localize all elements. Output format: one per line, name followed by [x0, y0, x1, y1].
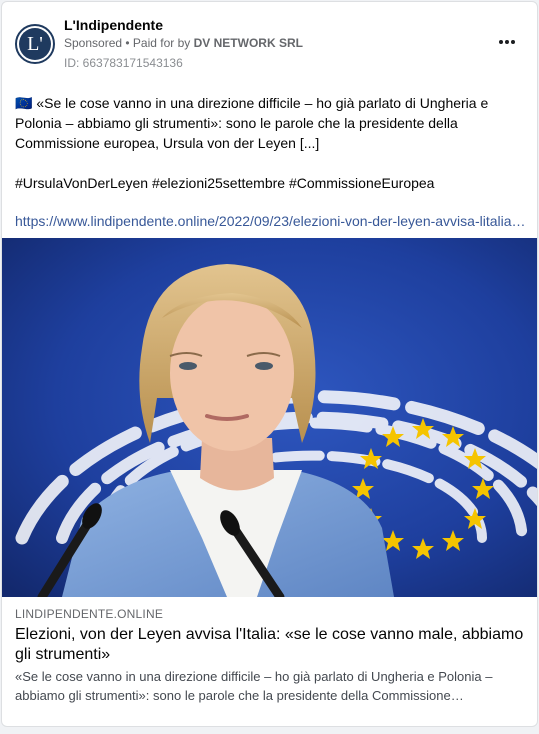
post-body: 🇪🇺 «Se le cose vanno in una direzione di…: [15, 95, 489, 151]
post-link[interactable]: https://www.lindipendente.online/2022/09…: [15, 211, 530, 231]
ad-header: L' L'Indipendente Sponsored • Paid for b…: [2, 2, 537, 78]
link-domain: LINDIPENDENTE.ONLINE: [15, 607, 164, 621]
ad-card: L' L'Indipendente Sponsored • Paid for b…: [1, 1, 538, 727]
link-title[interactable]: Elezioni, von der Leyen avvisa l'Italia:…: [15, 625, 527, 665]
link-preview-image[interactable]: [2, 238, 538, 597]
link-description: «Se le cose vanno in una direzione diffi…: [15, 669, 493, 703]
ad-id: ID: 663783171543136: [64, 56, 183, 70]
more-options-icon[interactable]: [495, 32, 519, 52]
page-logo: L': [19, 28, 51, 60]
sponsored-line: Sponsored • Paid for by DV NETWORK SRL: [64, 36, 303, 50]
page-name[interactable]: L'Indipendente: [64, 17, 163, 33]
post-hashtags[interactable]: #UrsulaVonDerLeyen #elezioni25settembre …: [15, 173, 434, 193]
sponsored-label: Sponsored: [64, 36, 123, 50]
page-avatar[interactable]: L': [15, 24, 55, 64]
paid-for-by-label: • Paid for by: [122, 36, 194, 50]
payer-name: DV NETWORK SRL: [193, 36, 303, 50]
